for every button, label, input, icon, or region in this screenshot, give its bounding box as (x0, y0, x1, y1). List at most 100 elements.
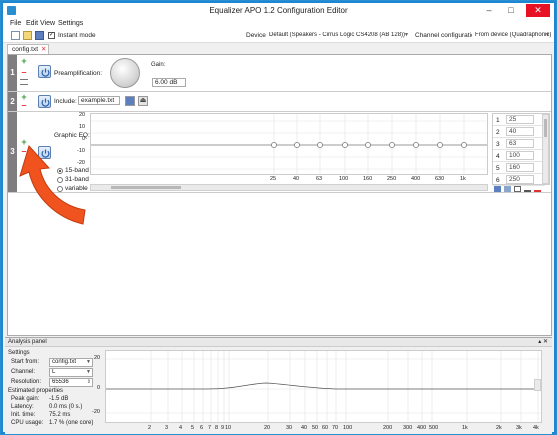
gain-knob[interactable] (110, 58, 140, 88)
band-row[interactable]: 4 100 (493, 150, 545, 162)
band-frequency-field[interactable]: 25 (506, 115, 534, 124)
gain-label: Gain: (151, 62, 166, 68)
filter-graphic-eq: 3 + – Graphic EQ: 15-band 31-band variab… (8, 112, 551, 193)
analysis-panel: Analysis panel ▴ ✕ Settings Start from: … (5, 337, 552, 434)
band-table-scrollbar[interactable] (542, 114, 549, 184)
x-tick: 250 (387, 176, 397, 182)
open-include-button[interactable]: ⏏ (138, 96, 148, 106)
close-button[interactable]: ✕ (526, 4, 550, 17)
minimize-button[interactable]: – (480, 4, 498, 17)
x-tick: 40 (293, 176, 300, 182)
x-tick: 630 (435, 176, 445, 182)
band-row[interactable]: 2 40 (493, 126, 545, 138)
peak-gain-value: -1.5 dB (49, 396, 69, 402)
channel-label: Channel: (11, 369, 36, 375)
y-tick: -20 (92, 409, 100, 415)
window-title: Equalizer APO 1.2 Configuration Editor (209, 6, 348, 15)
preamp-label: Preamplification: (54, 70, 103, 77)
instant-mode-checkbox[interactable]: ✓ (48, 32, 55, 39)
filter-number: 2 (8, 92, 17, 111)
chevron-down-icon: ▼ (86, 369, 91, 375)
annotation-arrow (19, 145, 86, 225)
band-row[interactable]: 5 160 (493, 162, 545, 174)
menu-edit[interactable]: Edit (26, 20, 38, 27)
y-tick: 0 (97, 385, 101, 391)
bars-icon[interactable] (524, 186, 531, 192)
include-file-input[interactable]: example.txt (78, 96, 120, 105)
context-menu-icon[interactable] (20, 79, 28, 85)
band-frequency-field[interactable]: 100 (506, 151, 534, 160)
eq-band-point (317, 142, 323, 148)
title-bar: Equalizer APO 1.2 Configuration Editor –… (3, 3, 554, 19)
init-time-label: Init. time: (11, 412, 36, 418)
import-icon[interactable] (514, 186, 521, 192)
reset-icon[interactable] (534, 186, 541, 192)
stepper-arrows-icon: ⇕ (86, 379, 91, 385)
response-curve (106, 382, 541, 390)
eq-band-point (294, 142, 300, 148)
x-tick: 1k (460, 176, 466, 182)
copy-icon[interactable] (494, 186, 501, 192)
filter-include: 2 + – Include: example.txt ⏏ (8, 92, 551, 112)
menu-view[interactable]: View (40, 20, 55, 27)
gain-input[interactable]: 6.00 dB (152, 78, 186, 87)
start-from-select[interactable]: config.txt ▼ (49, 358, 93, 367)
tab-label: config.txt (12, 46, 39, 53)
add-filter-icon[interactable]: + (20, 57, 28, 66)
open-file-icon[interactable] (23, 31, 32, 40)
tab-config-txt[interactable]: config.txt ✕ (7, 44, 49, 54)
eq-graph-canvas (91, 114, 487, 174)
frequency-response-canvas (106, 351, 541, 422)
graphic-eq-graph[interactable]: 20 10 0 -10 -20 (77, 112, 488, 175)
scrollbar-thumb[interactable] (544, 119, 547, 137)
device-select-value: Default (Speakers - Cirrus Logic CS4208 … (269, 32, 406, 38)
eq-band-point (342, 142, 348, 148)
channel-config-label: Channel configuration: (415, 32, 481, 39)
browse-file-button[interactable] (125, 96, 135, 106)
panel-controls[interactable]: ▴ ✕ (538, 338, 548, 346)
new-file-icon[interactable] (11, 31, 20, 40)
power-toggle-button[interactable] (38, 65, 51, 78)
maximize-button[interactable]: □ (502, 4, 520, 17)
scrollbar-thumb[interactable] (111, 186, 181, 189)
analysis-panel-header: Analysis panel ▴ ✕ (5, 338, 552, 347)
paste-icon[interactable] (504, 186, 511, 192)
latency-label: Latency: (11, 404, 34, 410)
band-frequency-field[interactable]: 40 (506, 127, 534, 136)
eq-graph-horizontal-scrollbar[interactable] (90, 184, 488, 191)
band-frequency-field[interactable]: 250 (506, 175, 534, 184)
power-icon (41, 68, 50, 77)
x-tick: 25 (270, 176, 277, 182)
chevron-down-icon: ▼ (545, 32, 550, 38)
app-window: Equalizer APO 1.2 Configuration Editor –… (1, 1, 556, 434)
channel-select[interactable]: L ▼ (49, 368, 93, 377)
band-frequency-field[interactable]: 63 (506, 139, 534, 148)
init-time-value: 75.2 ms (49, 412, 71, 418)
toolbar: ✓ Instant mode Device: Default (Speakers… (3, 29, 554, 43)
eq-band-point (365, 142, 371, 148)
band-row[interactable]: 6 250 (493, 174, 545, 186)
menu-file[interactable]: File (10, 20, 21, 27)
analysis-horizontal-scrollbar[interactable] (105, 424, 542, 427)
tab-close-icon[interactable]: ✕ (41, 46, 46, 53)
save-file-icon[interactable] (35, 31, 44, 40)
remove-filter-icon[interactable]: – (20, 68, 28, 77)
x-tick: 400 (411, 176, 421, 182)
cpu-usage-value: 1.7 % (one core) (49, 420, 94, 426)
x-tick: 63 (316, 176, 323, 182)
remove-filter-icon[interactable]: – (20, 101, 28, 110)
power-toggle-button[interactable] (38, 95, 51, 108)
band-row[interactable]: 3 63 (493, 138, 545, 150)
power-icon (41, 98, 50, 107)
start-from-label: Start from: (11, 359, 40, 365)
analysis-graph-scrollbar[interactable] (534, 379, 541, 391)
band-frequency-field[interactable]: 160 (506, 163, 534, 172)
band-row[interactable]: 1 25 (493, 114, 545, 126)
menu-settings[interactable]: Settings (58, 20, 83, 27)
frequency-response-graph[interactable]: 20 0 -20 (92, 350, 542, 423)
resolution-stepper[interactable]: 65536 ⇕ (49, 378, 93, 387)
estimated-heading: Estimated properties (8, 388, 64, 394)
device-select[interactable]: Default (Speakers - Cirrus Logic CS4208 … (266, 31, 411, 40)
channel-config-select[interactable]: From device (Quadraphonic) ▼ (472, 31, 552, 40)
y-tick: 20 (79, 112, 86, 118)
